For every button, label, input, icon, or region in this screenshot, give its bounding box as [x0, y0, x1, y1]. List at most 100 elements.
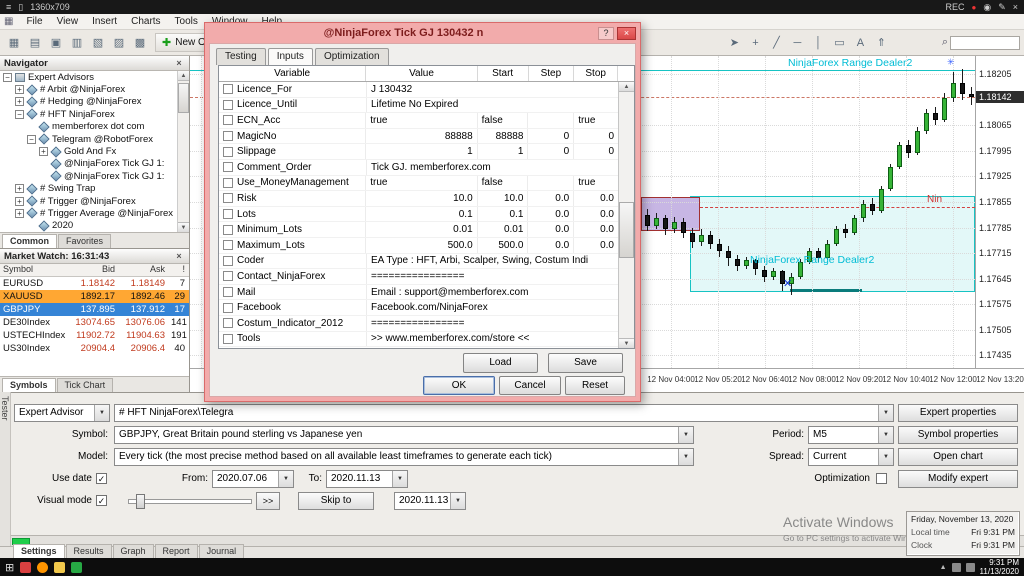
- stop-cell[interactable]: 0.0: [574, 238, 618, 253]
- step-cell[interactable]: 0: [528, 129, 574, 144]
- value-cell[interactable]: >> www.memberforex.com/store <<: [367, 332, 618, 347]
- chevron-down-icon[interactable]: ▼: [878, 405, 893, 421]
- param-row[interactable]: Lots0.10.10.00.0: [219, 207, 618, 223]
- menu-tools[interactable]: Tools: [168, 15, 205, 28]
- value-cell[interactable]: EA Type : HFT, Arbi, Scalper, Swing, Cos…: [367, 254, 618, 269]
- expert-properties-button[interactable]: Expert properties: [898, 404, 1018, 422]
- param-row[interactable]: Licence_UntilLifetime No Expired: [219, 98, 618, 114]
- tab-results[interactable]: Results: [66, 544, 112, 558]
- modify-expert-button[interactable]: Modify expert: [898, 470, 1018, 488]
- param-row[interactable]: ECN_Acctruefalsetrue: [219, 113, 618, 129]
- optimize-checkbox[interactable]: [223, 115, 233, 125]
- tab-report[interactable]: Report: [155, 544, 198, 558]
- market-row[interactable]: EURUSD1.181421.181497: [0, 277, 189, 290]
- start-cell[interactable]: 88888: [478, 129, 529, 144]
- step-cell[interactable]: [528, 176, 574, 191]
- value-cell[interactable]: Facebook.com/NinjaForex: [367, 300, 618, 315]
- expert-path-select[interactable]: # HFT NinjaForex\Telegra ▼: [114, 404, 894, 422]
- stop-cell[interactable]: 0.0: [574, 207, 618, 222]
- nav-item[interactable]: +# Trigger Average @NinjaForex: [0, 207, 177, 219]
- dialog-title-bar[interactable]: @NinjaForex Tick GJ 130432 n ? ×: [205, 23, 640, 43]
- nav-item[interactable]: +# Arbit @NinjaForex: [0, 83, 177, 95]
- pencil-icon[interactable]: ✎: [998, 2, 1006, 13]
- scroll-down-icon[interactable]: ▼: [178, 222, 189, 232]
- expand-icon[interactable]: +: [15, 209, 24, 218]
- start-cell[interactable]: 500.0: [478, 238, 529, 253]
- expand-icon[interactable]: +: [15, 85, 24, 94]
- step-cell[interactable]: 0.0: [528, 238, 574, 253]
- expand-icon[interactable]: +: [15, 197, 24, 206]
- save-button[interactable]: Save: [548, 353, 623, 373]
- expand-icon[interactable]: +: [15, 97, 24, 106]
- optimization-checkbox[interactable]: [876, 473, 887, 484]
- param-row[interactable]: Licence_ForJ 130432: [219, 82, 618, 98]
- close-icon[interactable]: ×: [1013, 2, 1018, 12]
- scroll-thumb[interactable]: [178, 83, 189, 113]
- step-cell[interactable]: 0: [528, 144, 574, 159]
- terminal-icon[interactable]: ▩: [130, 34, 150, 52]
- menu-view[interactable]: View: [50, 15, 86, 28]
- start-cell[interactable]: false: [478, 176, 529, 191]
- market-row[interactable]: US30Index20904.420906.440: [0, 342, 189, 355]
- close-icon[interactable]: ×: [173, 58, 185, 68]
- taskbar-clock[interactable]: 9:31 PM 11/13/2020: [980, 558, 1019, 576]
- visual-mode-checkbox[interactable]: ✓: [96, 495, 107, 506]
- from-date-select[interactable]: 2020.07.06 ▼: [212, 470, 294, 488]
- tab-symbols[interactable]: Symbols: [2, 378, 56, 392]
- use-date-checkbox[interactable]: ✓: [96, 473, 107, 484]
- collapse-icon[interactable]: −: [27, 135, 36, 144]
- market-row[interactable]: DE30Index13074.6513076.06141: [0, 316, 189, 329]
- visual-speed-slider[interactable]: [128, 499, 252, 504]
- expand-icon[interactable]: +: [15, 184, 24, 193]
- price-scale[interactable]: 1.182051.181421.180651.179951.179251.178…: [975, 56, 1024, 368]
- optimize-checkbox[interactable]: [223, 100, 233, 110]
- menu-file[interactable]: File: [19, 15, 49, 28]
- market-row[interactable]: GBPJPY137.895137.91217: [0, 303, 189, 316]
- param-row[interactable]: Maximum_Lots500.0500.00.00.0: [219, 238, 618, 254]
- search-input[interactable]: [950, 36, 1020, 50]
- ok-button[interactable]: OK: [423, 376, 495, 395]
- value-cell[interactable]: true: [366, 113, 477, 128]
- slider-thumb[interactable]: [136, 494, 145, 509]
- mt4-app-icon[interactable]: [71, 562, 82, 573]
- close-button[interactable]: ×: [617, 27, 636, 40]
- nav-item[interactable]: +Gold And Fx: [0, 145, 177, 157]
- menu-icon[interactable]: ≡: [6, 2, 11, 12]
- optimize-checkbox[interactable]: [223, 303, 233, 313]
- skip-to-button[interactable]: Skip to: [298, 492, 374, 510]
- value-cell[interactable]: Email : support@memberforex.com: [367, 285, 618, 300]
- value-cell[interactable]: ================: [367, 269, 618, 284]
- expert-type-select[interactable]: Expert Advisor ▼: [14, 404, 110, 422]
- camera-icon[interactable]: ◉: [983, 2, 991, 13]
- param-row[interactable]: Risk10.010.00.00.0: [219, 191, 618, 207]
- param-row[interactable]: CoderEA Type : HFT, Arbi, Scalper, Swing…: [219, 254, 618, 270]
- start-cell[interactable]: 0.1: [478, 207, 529, 222]
- nav-item[interactable]: −# HFT NinjaForex: [0, 108, 177, 120]
- tab-graph[interactable]: Graph: [113, 544, 154, 558]
- value-cell[interactable]: true: [366, 176, 477, 191]
- skip-date-select[interactable]: 2020.11.13 ▼: [394, 492, 466, 510]
- step-cell[interactable]: 0.0: [528, 222, 574, 237]
- collapse-icon[interactable]: −: [3, 73, 12, 82]
- nav-item[interactable]: memberforex dot com: [0, 121, 177, 133]
- scroll-up-icon[interactable]: ▲: [178, 71, 189, 81]
- menu-charts[interactable]: Charts: [124, 15, 167, 28]
- tab-journal[interactable]: Journal: [199, 544, 245, 558]
- dialog-tab-testing[interactable]: Testing: [216, 48, 266, 65]
- param-row[interactable]: Costum_Indicator_2012================: [219, 316, 618, 332]
- chevron-down-icon[interactable]: ▼: [450, 493, 465, 509]
- optimize-checkbox[interactable]: [223, 147, 233, 157]
- chevron-down-icon[interactable]: ▼: [878, 449, 893, 465]
- param-row[interactable]: FacebookFacebook.com/NinjaForex: [219, 300, 618, 316]
- navigator-icon[interactable]: ▨: [109, 34, 129, 52]
- market-watch-icon[interactable]: ▥: [67, 34, 87, 52]
- scroll-down-icon[interactable]: ▼: [619, 338, 634, 348]
- fast-forward-button[interactable]: >>: [256, 492, 280, 510]
- value-cell[interactable]: ================: [367, 316, 618, 331]
- profiles-icon[interactable]: ▤: [25, 34, 45, 52]
- optimize-checkbox[interactable]: [223, 256, 233, 266]
- nav-item[interactable]: @NinjaForex Tick GJ 1:: [0, 170, 177, 182]
- expand-icon[interactable]: +: [39, 147, 48, 156]
- start-cell[interactable]: false: [478, 113, 529, 128]
- param-row[interactable]: Comment_OrderTick GJ. memberforex.com: [219, 160, 618, 176]
